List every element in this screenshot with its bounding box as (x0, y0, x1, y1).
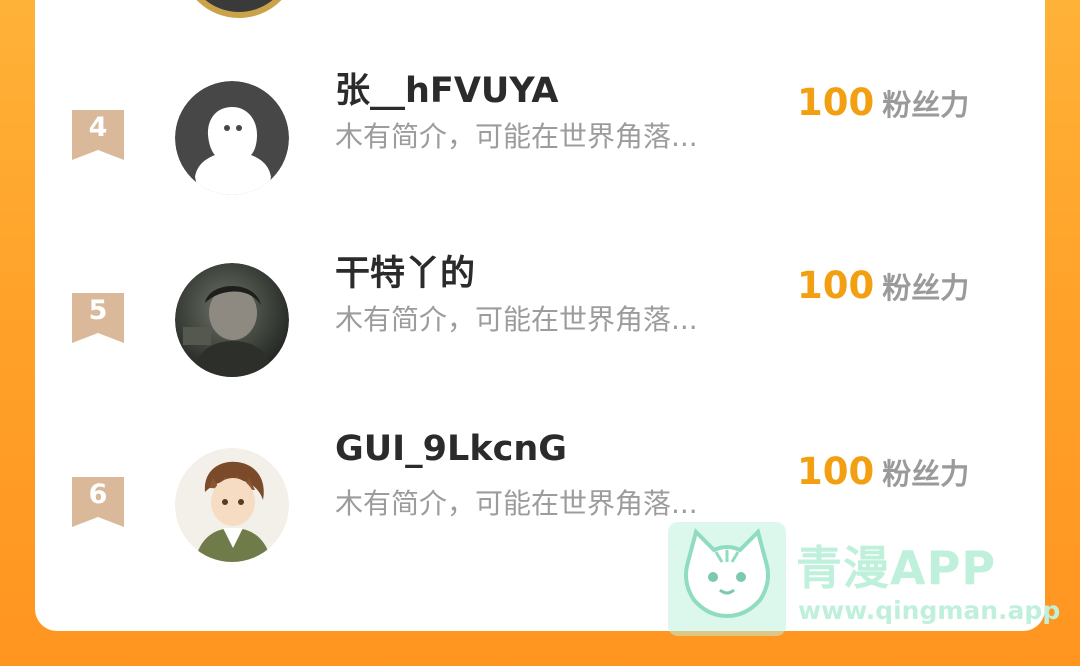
leaderboard-card: 4 张__hFVUYA 木有简介，可能在世界角落... 100 粉丝力 5 干特… (35, 0, 1045, 631)
username[interactable]: GUI_9LkcnG (335, 429, 567, 469)
avatar-rank-3-partial[interactable] (180, 0, 298, 18)
rank-badge: 5 (72, 293, 124, 343)
default-ghost-avatar-icon[interactable] (175, 81, 289, 195)
fans-label: 粉丝力 (882, 271, 970, 305)
user-bio: 木有简介，可能在世界角落... (335, 487, 698, 520)
fans-label: 粉丝力 (882, 457, 970, 491)
user-bio: 木有简介，可能在世界角落... (335, 303, 698, 336)
fans-power: 100 粉丝力 (797, 450, 969, 493)
fans-value: 100 (797, 264, 875, 307)
rank-badge: 4 (72, 110, 124, 160)
list-item[interactable]: 6 GUI_9LkcnG 木有简介，可能在世界角落... 100 粉丝力 (35, 429, 1045, 572)
list-item[interactable]: 4 张__hFVUYA 木有简介，可能在世界角落... 100 粉丝力 (35, 71, 1045, 205)
rank-badge: 6 (72, 477, 124, 527)
username[interactable]: 干特丫的 (335, 245, 475, 296)
anime-avatar-icon[interactable] (175, 448, 289, 562)
fans-value: 100 (797, 450, 875, 493)
photo-avatar-icon[interactable] (175, 263, 289, 377)
rank-number: 5 (88, 295, 108, 326)
fans-power: 100 粉丝力 (797, 264, 969, 307)
user-bio: 木有简介，可能在世界角落... (335, 120, 698, 153)
rank-number: 6 (88, 479, 108, 510)
fans-power: 100 粉丝力 (797, 81, 969, 124)
list-item[interactable]: 5 干特丫的 木有简介，可能在世界角落... 100 粉丝力 (35, 254, 1045, 388)
fans-label: 粉丝力 (882, 88, 970, 122)
rank-number: 4 (88, 112, 108, 143)
fans-value: 100 (797, 81, 875, 124)
username[interactable]: 张__hFVUYA (335, 62, 558, 113)
